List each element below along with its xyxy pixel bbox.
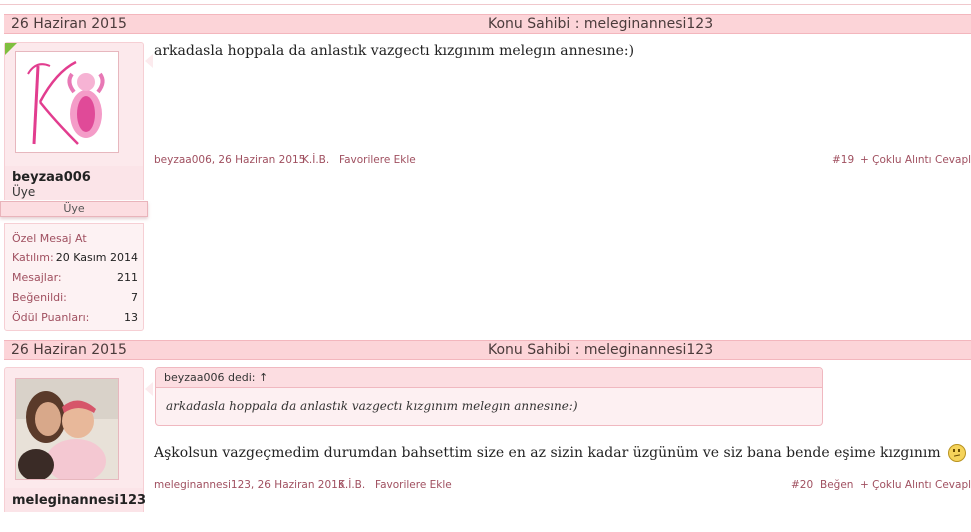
stat-value[interactable]: 211 (117, 271, 138, 284)
thread-owner-label: Konu Sahibi : meleginannesi123 (488, 16, 714, 32)
stat-value: 20 Kasım 2014 (55, 251, 138, 264)
quote-text: arkadasla hoppala da anlastık vazgectı k… (166, 399, 578, 413)
multi-quote-link[interactable]: + Çoklu Alıntı (860, 154, 932, 166)
user-info-box: Özel Mesaj At Katılım: 20 Kasım 2014 Mes… (4, 223, 144, 331)
previous-post-bottom-edge (0, 0, 971, 5)
post-footer: beyzaa006, 26 Haziran 2015 K.İ.B. Favori… (154, 154, 971, 168)
kib-link[interactable]: K.İ.B. (338, 479, 365, 491)
avatar-container (4, 367, 144, 492)
username[interactable]: beyzaa006 (12, 170, 91, 185)
post-date: 26 Haziran 2015 (11, 16, 127, 32)
stat-label[interactable]: Ödül Puanları: (12, 311, 89, 324)
kib-link[interactable]: K.İ.B. (302, 154, 329, 166)
stat-value[interactable]: 13 (124, 311, 138, 324)
like-link[interactable]: Beğen (820, 479, 853, 491)
multi-quote-link[interactable]: + Çoklu Alıntı (860, 479, 932, 491)
post-permalink-author-date[interactable]: meleginannesi123, 26 Haziran 2015 (154, 479, 345, 491)
message-body: arkadasla hoppala da anlastık vazgectı k… (154, 43, 635, 59)
avatar-k-logo-image (16, 52, 118, 152)
add-favorite-link[interactable]: Favorilere Ekle (339, 154, 416, 166)
quote-header: beyzaa006 dedi: ↑ (156, 368, 822, 388)
avatar-container (4, 42, 144, 170)
message-body-container: Aşkolsun vazgeçmedim durumdan bahsettim … (154, 444, 967, 462)
avatar[interactable] (15, 51, 119, 153)
confused-smiley-icon (948, 444, 967, 462)
quote-block: beyzaa006 dedi: ↑ arkadasla hoppala da a… (155, 367, 823, 426)
message-body: Aşkolsun vazgeçmedim durumdan bahsettim … (154, 445, 941, 461)
avatar[interactable] (15, 378, 119, 480)
thread-owner-label: Konu Sahibi : meleginannesi123 (488, 342, 714, 358)
post-number-link[interactable]: #19 (832, 154, 854, 166)
stat-label[interactable]: Beğenildi: (12, 291, 67, 304)
stat-label[interactable]: Mesajlar: (12, 271, 62, 284)
reply-link[interactable]: Cevapla (935, 154, 971, 166)
post-footer: meleginannesi123, 26 Haziran 2015 K.İ.B.… (154, 479, 971, 493)
username-container: beyzaa006 Üye (4, 166, 144, 200)
username[interactable]: meleginannesi123 (12, 493, 146, 508)
user-title: Üye (12, 185, 36, 199)
private-message-link[interactable]: Özel Mesaj At (12, 232, 87, 245)
post-header: 26 Haziran 2015 Konu Sahibi : meleginann… (4, 14, 971, 34)
post-permalink-author-date[interactable]: beyzaa006, 26 Haziran 2015 (154, 154, 305, 166)
stat-value[interactable]: 7 (131, 291, 138, 304)
add-favorite-link[interactable]: Favorilere Ekle (375, 479, 452, 491)
post-date: 26 Haziran 2015 (11, 342, 127, 358)
message-pointer-arrow (145, 382, 153, 396)
reply-link[interactable]: Cevapla (935, 479, 971, 491)
username-container: meleginannesi123 (4, 488, 146, 512)
stat-label: Katılım: (12, 251, 54, 264)
user-rank-badge: Üye (0, 201, 148, 217)
avatar-photo-image (16, 379, 118, 479)
quote-author-link[interactable]: beyzaa006 dedi: ↑ (164, 371, 268, 384)
post-number-link[interactable]: #20 (791, 479, 813, 491)
message-pointer-arrow (145, 54, 153, 68)
online-indicator-icon (5, 43, 17, 55)
post-header: 26 Haziran 2015 Konu Sahibi : meleginann… (4, 340, 971, 360)
